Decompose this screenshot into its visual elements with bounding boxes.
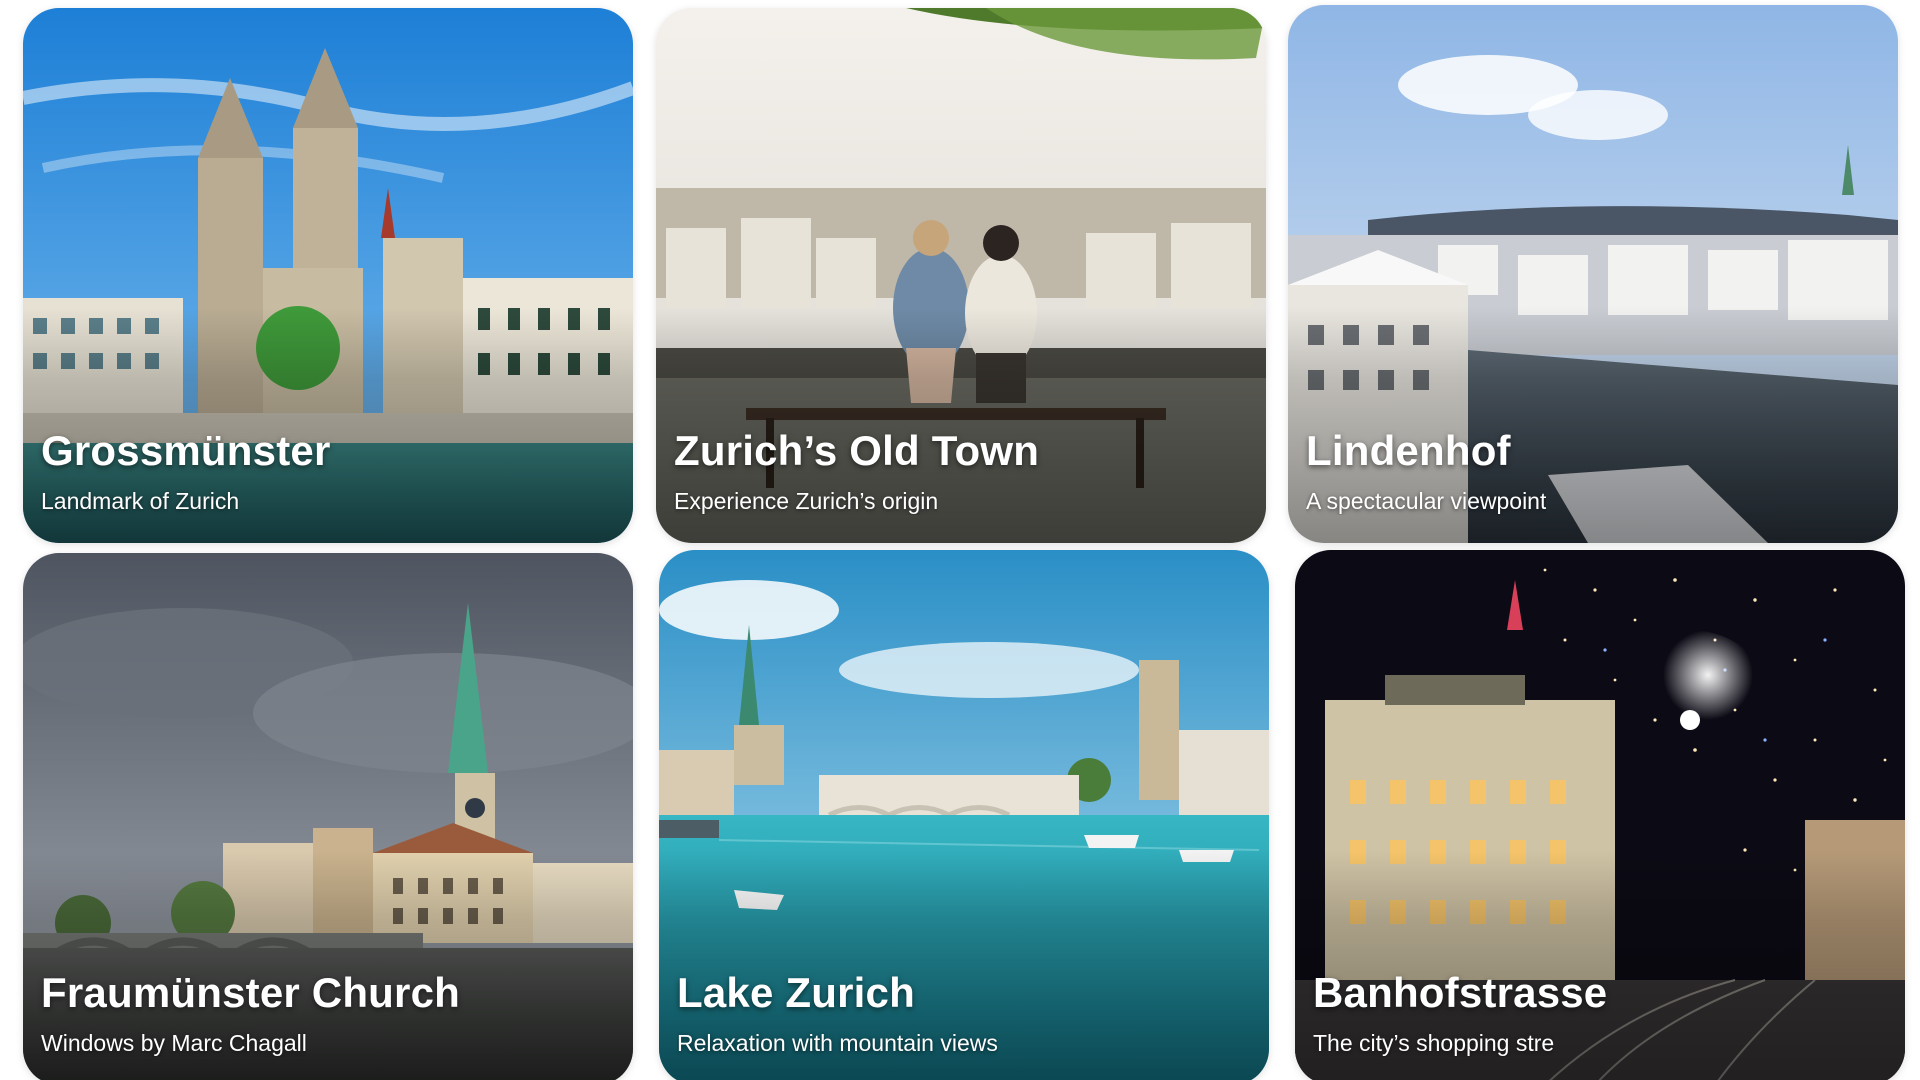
card-subtitle: Landmark of Zurich [41, 488, 240, 514]
card-title: Lindenhof [1306, 427, 1511, 474]
card-title: Zurich’s Old Town [674, 427, 1040, 474]
attraction-card-grossmunster[interactable]: Grossmünster Landmark of Zurich [23, 8, 633, 543]
card-title: Banhofstrasse [1313, 969, 1608, 1016]
attraction-card-lake-zurich[interactable]: Lake Zurich Relaxation with mountain vie… [659, 550, 1269, 1080]
attraction-card-lindenhof[interactable]: Lindenhof A spectacular viewpoint [1288, 5, 1898, 543]
card-subtitle: Experience Zurich’s origin [674, 488, 939, 514]
card-subtitle: Windows by Marc Chagall [41, 1030, 307, 1056]
attraction-card-banhofstrasse[interactable]: Banhofstrasse The city’s shopping stre [1295, 550, 1905, 1080]
card-subtitle: The city’s shopping stre [1313, 1030, 1555, 1056]
card-title: Grossmünster [41, 427, 331, 474]
attractions-grid: Grossmünster Landmark of Zurich Zurich’s… [0, 0, 1920, 1080]
card-subtitle: A spectacular viewpoint [1306, 488, 1547, 514]
card-title: Fraumünster Church [41, 969, 460, 1016]
card-subtitle: Relaxation with mountain views [677, 1030, 998, 1056]
attraction-card-old-town[interactable]: Zurich’s Old Town Experience Zurich’s or… [656, 8, 1266, 543]
attraction-card-fraumunster[interactable]: Fraumünster Church Windows by Marc Chaga… [23, 553, 633, 1080]
card-title: Lake Zurich [677, 969, 915, 1016]
